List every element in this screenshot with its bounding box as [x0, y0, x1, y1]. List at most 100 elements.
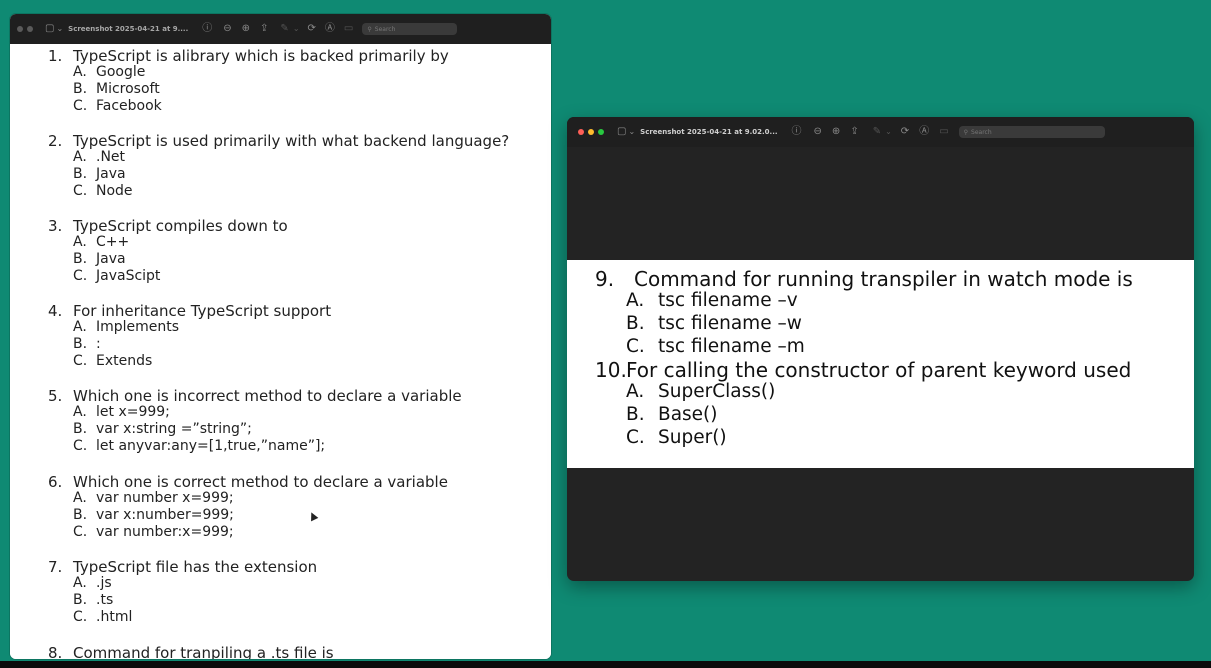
option-label: B. — [73, 592, 88, 608]
option-label: A. — [73, 575, 87, 591]
option-label: A. — [73, 404, 87, 420]
option-label: B. — [73, 421, 88, 437]
search-icon: ⚲ — [367, 25, 372, 33]
minimize-button[interactable] — [588, 129, 594, 135]
option-label: C. — [73, 438, 88, 454]
option-text: .ts — [96, 592, 114, 608]
chevron-down-icon[interactable]: ⌄ — [628, 127, 635, 137]
window-title: Screenshot 2025-04-21 at 9.... — [68, 25, 189, 33]
search-icon: ⚲ — [963, 128, 969, 136]
question-text: TypeScript is alibrary which is backed p… — [73, 47, 449, 65]
preview-window-left: ▢ ⌄ Screenshot 2025-04-21 at 9.... ⓘ ⊖ ⊕… — [10, 14, 551, 659]
option-label: A. — [73, 490, 87, 506]
option-text: Java — [96, 166, 126, 182]
option-label: C. — [73, 609, 88, 625]
question-number: 3. — [48, 217, 63, 235]
option-text: .html — [96, 609, 133, 625]
rotate-icon[interactable]: ⟳ — [901, 127, 909, 137]
option-text: Node — [96, 183, 133, 199]
window-toolbar: ▢ ⌄ Screenshot 2025-04-21 at 9.... ⓘ ⊖ ⊕… — [10, 14, 551, 44]
question-text: Command for running transpiler in watch … — [634, 267, 1133, 291]
share-icon[interactable]: ⇪ — [850, 127, 858, 137]
question-number: 2. — [48, 132, 63, 150]
search-field[interactable]: ⚲ Search — [958, 126, 1105, 138]
option-text: let anyvar:any=[1,true,”name”]; — [96, 438, 326, 454]
search-placeholder: Search — [374, 25, 396, 33]
option-text: .Net — [96, 149, 126, 165]
option-text: var number x=999; — [96, 490, 234, 506]
question-text: Which one is correct method to declare a… — [73, 473, 448, 491]
option-label: B. — [626, 404, 645, 425]
zoom-out-icon[interactable]: ⊖ — [223, 24, 231, 34]
markup-icon[interactable]: ✎ — [280, 24, 288, 34]
option-text: Facebook — [96, 98, 162, 114]
option-text: Java — [96, 251, 126, 267]
sidebar-toggle-icon[interactable]: ▢ — [45, 24, 54, 34]
question-number: 10. — [595, 358, 627, 382]
annotate-icon[interactable]: Ⓐ — [325, 24, 335, 34]
option-text: : — [96, 336, 101, 352]
option-text: Extends — [96, 353, 153, 369]
option-label: B. — [73, 166, 88, 182]
option-label: B. — [626, 313, 645, 334]
option-text: Microsoft — [96, 81, 160, 97]
zoom-in-icon[interactable]: ⊕ — [242, 24, 250, 34]
question-text: Command for tranpiling a .ts file is — [73, 644, 334, 659]
option-label: B. — [73, 81, 88, 97]
option-text: SuperClass() — [658, 381, 776, 402]
info-icon[interactable]: ⓘ — [202, 24, 212, 34]
option-label: A. — [73, 319, 87, 335]
option-label: A. — [73, 64, 87, 80]
option-label: A. — [626, 381, 645, 402]
option-label: B. — [73, 507, 88, 523]
question-number: 8. — [48, 644, 63, 659]
option-text: JavaScipt — [96, 268, 161, 284]
preview-window-right: ▢ ⌄ Screenshot 2025-04-21 at 9.02.0... ⓘ… — [567, 117, 1194, 581]
question-number: 5. — [48, 387, 63, 405]
option-text: tsc filename –v — [658, 290, 798, 311]
question-text: Which one is incorrect method to declare… — [73, 387, 462, 405]
option-label: C. — [73, 524, 88, 540]
option-text: .js — [96, 575, 112, 591]
option-text: C++ — [96, 234, 130, 250]
annotate-icon[interactable]: Ⓐ — [919, 127, 929, 137]
option-text: var x:string =”string”; — [96, 421, 252, 437]
maximize-button[interactable] — [598, 129, 604, 135]
form-icon[interactable]: ▭ — [344, 24, 353, 34]
document-page: 1. TypeScript is alibrary which is backe… — [10, 44, 551, 659]
zoom-out-icon[interactable]: ⊖ — [814, 127, 822, 137]
option-label: A. — [73, 234, 87, 250]
option-text: Super() — [658, 427, 727, 448]
slide-page: 9. Command for running transpiler in wat… — [567, 260, 1194, 468]
form-icon[interactable]: ▭ — [939, 127, 948, 137]
zoom-in-icon[interactable]: ⊕ — [832, 127, 840, 137]
share-icon[interactable]: ⇪ — [260, 24, 268, 34]
option-label: A. — [626, 290, 645, 311]
info-icon[interactable]: ⓘ — [792, 127, 802, 137]
bottom-edge — [0, 661, 1211, 668]
option-text: let x=999; — [96, 404, 170, 420]
sidebar-toggle-icon[interactable]: ▢ — [617, 127, 626, 137]
question-text: For inheritance TypeScript support — [73, 302, 332, 320]
question-text: For calling the constructor of parent ke… — [626, 358, 1132, 382]
option-text: var number:x=999; — [96, 524, 234, 540]
option-text: Implements — [96, 319, 180, 335]
chevron-down-icon[interactable]: ⌄ — [56, 24, 63, 34]
option-label: C. — [73, 98, 88, 114]
markup-icon[interactable]: ✎ — [873, 127, 881, 137]
close-button[interactable] — [578, 129, 584, 135]
search-field[interactable]: ⚲ Search — [362, 23, 458, 35]
option-text: Google — [96, 64, 146, 80]
option-label: A. — [73, 149, 87, 165]
rotate-icon[interactable]: ⟳ — [308, 24, 316, 34]
question-number: 7. — [48, 558, 63, 576]
chevron-down-icon[interactable]: ⌄ — [885, 127, 892, 137]
chevron-down-icon[interactable]: ⌄ — [293, 24, 300, 34]
minimize-button[interactable] — [27, 26, 33, 32]
close-button[interactable] — [17, 26, 23, 32]
option-label: C. — [73, 183, 88, 199]
question-number: 4. — [48, 302, 63, 320]
question-number: 6. — [48, 473, 63, 491]
option-text: tsc filename –m — [658, 336, 805, 357]
option-text: Base() — [658, 404, 718, 425]
